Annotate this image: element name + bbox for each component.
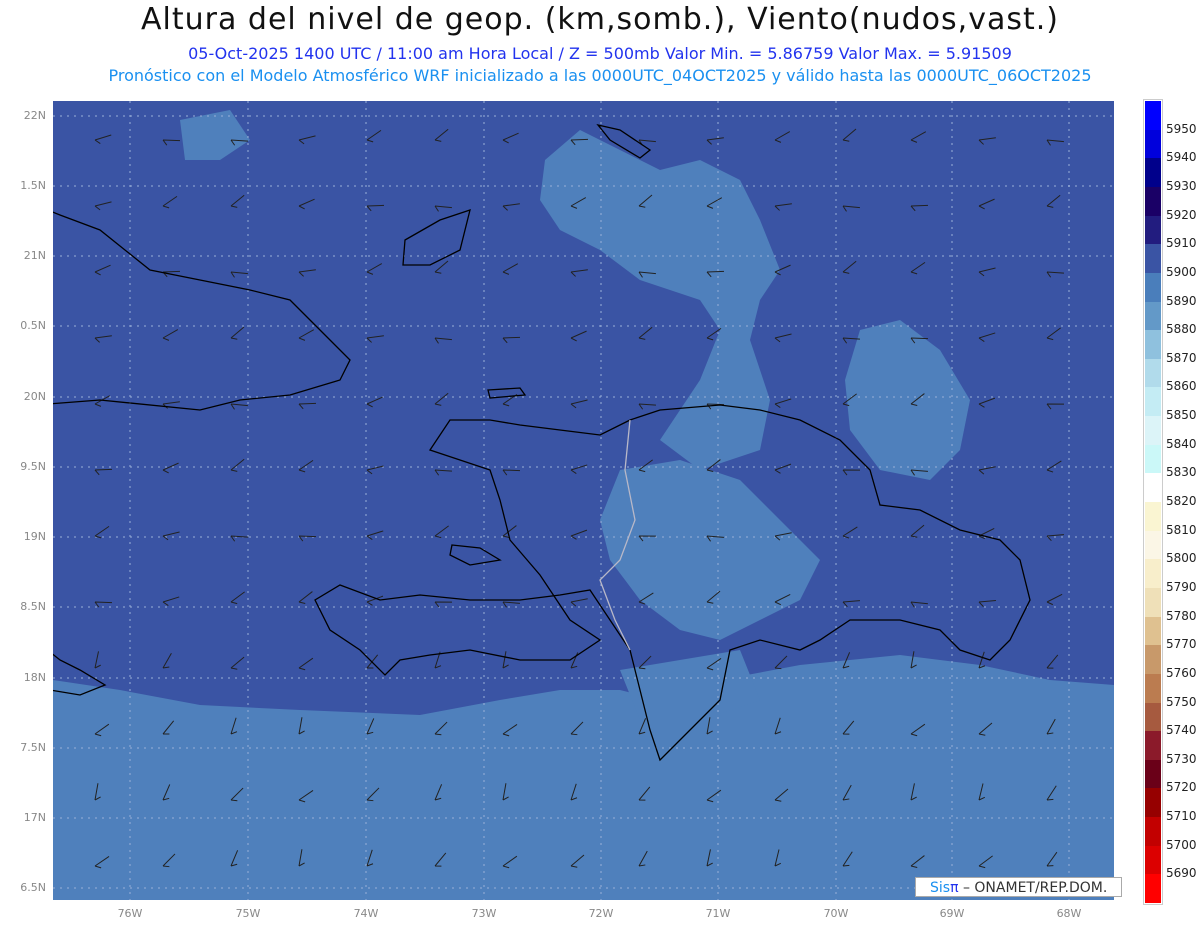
lon-label: 73W xyxy=(471,907,497,920)
colorbar-label: 5740 xyxy=(1166,723,1197,738)
colorbar-label: 5900 xyxy=(1166,264,1197,279)
colorbar-label: 5720 xyxy=(1166,780,1197,795)
watermark: Sisπ – ONAMET/REP.DOM. xyxy=(915,877,1122,897)
lat-label: 18N xyxy=(23,671,46,684)
model-info: Pronóstico con el Modelo Atmosférico WRF… xyxy=(108,66,1092,85)
lon-label: 74W xyxy=(353,907,379,920)
colorbar-frame xyxy=(1143,99,1163,905)
colorbar-label: 5700 xyxy=(1166,837,1197,852)
colorbar-label: 5760 xyxy=(1166,665,1197,680)
colorbar-label: 5800 xyxy=(1166,551,1197,566)
lat-label: 22N xyxy=(23,109,46,122)
colorbar-label: 5860 xyxy=(1166,379,1197,394)
colorbar-label: 5920 xyxy=(1166,207,1197,222)
colorbar-label: 5830 xyxy=(1166,465,1197,480)
colorbar-label: 5750 xyxy=(1166,694,1197,709)
colorbar-label: 5940 xyxy=(1166,150,1197,165)
colorbar-label: 5870 xyxy=(1166,350,1197,365)
colorbar-label: 5710 xyxy=(1166,809,1197,824)
lon-label: 69W xyxy=(939,907,965,920)
colorbar-label: 5850 xyxy=(1166,408,1197,423)
colorbar-label: 5890 xyxy=(1166,293,1197,308)
watermark-sis: Sis xyxy=(930,880,951,896)
lon-label: 75W xyxy=(235,907,261,920)
colorbar-label: 5910 xyxy=(1166,236,1197,251)
colorbar-label: 5950 xyxy=(1166,121,1197,136)
colorbar-label: 5790 xyxy=(1166,579,1197,594)
colorbar-label: 5780 xyxy=(1166,608,1197,623)
colorbar-label: 5730 xyxy=(1166,751,1197,766)
colorbar-label: 5810 xyxy=(1166,522,1197,537)
lat-label: 6.5N xyxy=(20,881,46,894)
colorbar-label: 5770 xyxy=(1166,637,1197,652)
chart-title: Altura del nivel de geop. (km,somb.), Vi… xyxy=(141,2,1059,37)
watermark-org: – ONAMET/REP.DOM. xyxy=(958,880,1108,896)
watermark-pi: π xyxy=(950,880,959,896)
colorbar-label: 5820 xyxy=(1166,494,1197,508)
lon-label: 71W xyxy=(705,907,731,920)
lat-label: 20N xyxy=(23,390,46,403)
colorbar-label: 5690 xyxy=(1166,866,1197,881)
colorbar-label: 5930 xyxy=(1166,178,1197,193)
colorbar-label: 5880 xyxy=(1166,322,1197,337)
lon-label: 70W xyxy=(823,907,849,920)
lat-label: 1.5N xyxy=(20,179,46,192)
lat-label: 19N xyxy=(23,530,46,543)
colorbar-label: 5840 xyxy=(1166,436,1197,451)
lat-label: 7.5N xyxy=(20,741,46,754)
lon-label: 76W xyxy=(117,907,143,920)
lat-label: 17N xyxy=(23,811,46,824)
lat-label: 9.5N xyxy=(20,460,46,473)
lat-label: 8.5N xyxy=(20,600,46,613)
lon-label: 68W xyxy=(1056,907,1082,920)
subtitle: 05-Oct-2025 1400 UTC / 11:00 am Hora Loc… xyxy=(188,44,1012,63)
map-canvas xyxy=(53,101,1114,900)
lat-label: 21N xyxy=(23,249,46,262)
lat-label: 0.5N xyxy=(20,319,46,332)
lon-label: 72W xyxy=(588,907,614,920)
